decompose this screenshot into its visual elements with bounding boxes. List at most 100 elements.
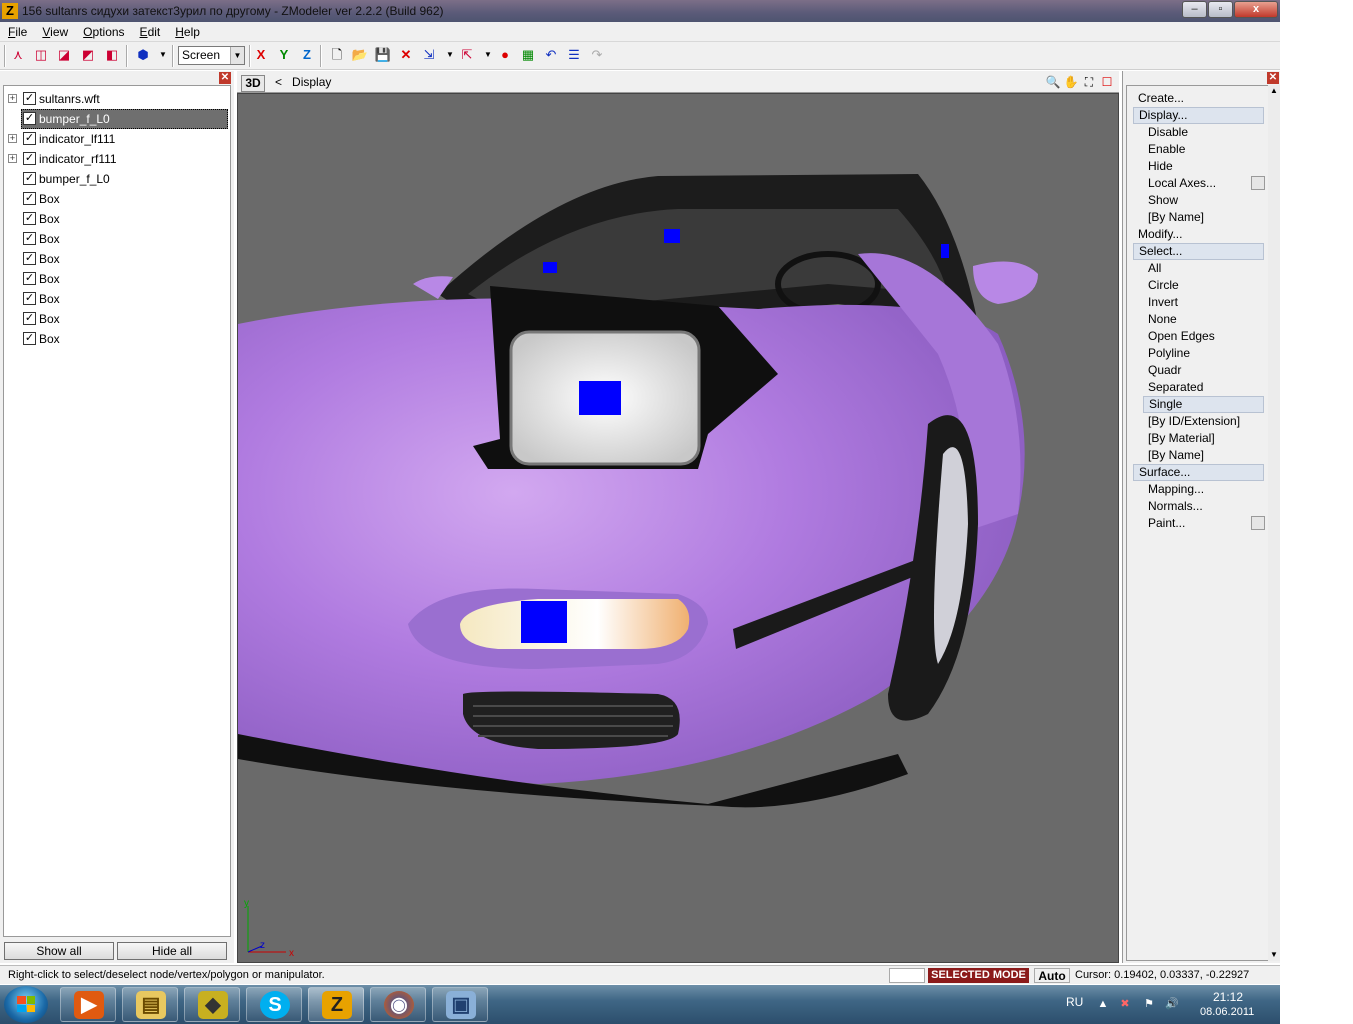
cmd-surface-paint[interactable]: Paint... (1143, 515, 1264, 532)
clock-time[interactable]: 21:12 (1213, 990, 1243, 1004)
tree-item[interactable]: ✓ Box (4, 309, 230, 329)
chevron-down-icon[interactable]: ▼ (230, 47, 244, 64)
zmodeler-app-icon[interactable]: Z (2, 3, 18, 19)
scroll-down-icon[interactable]: ▼ (1268, 949, 1280, 961)
cmd-display[interactable]: Display... (1133, 107, 1264, 124)
zoom-icon[interactable]: 🔍 (1045, 74, 1061, 90)
3d-viewport[interactable]: y z x (237, 93, 1119, 963)
cmd-select-polyline[interactable]: Polyline (1143, 345, 1264, 362)
visibility-checkbox[interactable]: ✓ (23, 132, 36, 145)
visibility-checkbox[interactable]: ✓ (23, 92, 36, 105)
paint-checkbox[interactable] (1251, 516, 1265, 530)
selected-mode-badge[interactable]: SELECTED MODE (928, 968, 1029, 983)
visibility-checkbox[interactable]: ✓ (23, 192, 36, 205)
tree-item[interactable]: ✓ Box (4, 329, 230, 349)
cmd-select-by-material[interactable]: [By Material] (1143, 430, 1264, 447)
tree-item[interactable]: ✓ Box (4, 249, 230, 269)
menu-edit[interactable]: Edit (132, 25, 168, 39)
render-icon[interactable]: ● (496, 46, 514, 64)
open-folder-icon[interactable]: 📂 (351, 46, 369, 64)
visibility-checkbox[interactable]: ✓ (23, 332, 36, 345)
show-all-button[interactable]: Show all (4, 942, 114, 960)
cmd-select-circle[interactable]: Circle (1143, 277, 1264, 294)
cmd-display-show[interactable]: Show (1143, 192, 1264, 209)
tree-item[interactable]: + ✓ indicator_rf111 (4, 149, 230, 169)
tree-item[interactable]: ✓ Box (4, 209, 230, 229)
axis-y-toggle[interactable]: Y (275, 46, 293, 64)
menu-file[interactable]: File (0, 25, 34, 39)
volume-icon[interactable]: 🔊 (1165, 997, 1179, 1011)
network-status-icon[interactable]: ✖ (1118, 997, 1132, 1011)
dropdown-arrow-icon[interactable]: ▼ (479, 46, 497, 64)
taskbar-game-tool[interactable]: ◆ (184, 987, 240, 1022)
cmd-select-invert[interactable]: Invert (1143, 294, 1264, 311)
properties-icon[interactable]: ▦ (519, 46, 537, 64)
tree-item[interactable]: ✓ Box (4, 289, 230, 309)
cmd-surface-normals[interactable]: Normals... (1143, 498, 1264, 515)
dropdown-arrow-icon[interactable]: ▼ (441, 46, 459, 64)
expand-icon[interactable]: + (8, 134, 17, 143)
cmd-select-open-edges[interactable]: Open Edges (1143, 328, 1264, 345)
visibility-checkbox[interactable]: ✓ (23, 312, 36, 325)
cmd-display-hide[interactable]: Hide (1143, 158, 1264, 175)
manipulator-mode-icon[interactable]: ◧ (103, 46, 121, 64)
cmd-surface[interactable]: Surface... (1133, 464, 1264, 481)
command-scrollbar[interactable]: ▲ ▼ (1268, 85, 1280, 961)
hide-all-button[interactable]: Hide all (117, 942, 227, 960)
taskbar-firefox[interactable]: ◉ (370, 987, 426, 1022)
expand-icon[interactable]: + (8, 94, 17, 103)
vertex-mode-icon[interactable]: ⋏ (9, 46, 27, 64)
taskbar-zmodeler[interactable]: Z (308, 987, 364, 1022)
visibility-checkbox[interactable]: ✓ (23, 292, 36, 305)
tree-item[interactable]: ✓ bumper_f_L0 (4, 169, 230, 189)
export-icon[interactable]: ⇱ (458, 46, 476, 64)
import-icon[interactable]: ⇲ (420, 46, 438, 64)
clock-date[interactable]: 08.06.2011 (1200, 1006, 1254, 1018)
maximize-button[interactable]: ▫ (1208, 1, 1233, 18)
visibility-checkbox[interactable]: ✓ (23, 272, 36, 285)
list-icon[interactable]: ☰ (565, 46, 583, 64)
tree-item[interactable]: ✓ Box (4, 189, 230, 209)
coord-mode-select[interactable]: Screen ▼ (178, 46, 245, 65)
visibility-checkbox[interactable]: ✓ (23, 172, 36, 185)
cmd-select-by-name[interactable]: [By Name] (1143, 447, 1264, 464)
tree-item-selected[interactable]: ✓ bumper_f_L0 (4, 109, 230, 129)
polygon-mode-icon[interactable]: ◪ (55, 46, 73, 64)
cmd-select[interactable]: Select... (1133, 243, 1264, 260)
cmd-select-by-id[interactable]: [By ID/Extension] (1143, 413, 1264, 430)
object-mode-icon[interactable]: ◩ (79, 46, 97, 64)
tree-item[interactable]: + ✓ sultanrs.wft (4, 89, 230, 109)
shield-icon[interactable]: ⬢ (134, 46, 152, 64)
auto-toggle[interactable]: Auto (1034, 968, 1070, 983)
taskbar-image-viewer[interactable]: ▣ (432, 987, 488, 1022)
undo-icon[interactable]: ↶ (542, 46, 560, 64)
cmd-display-enable[interactable]: Enable (1143, 141, 1264, 158)
local-axes-checkbox[interactable] (1251, 176, 1265, 190)
minimize-button[interactable]: – (1182, 1, 1207, 18)
tree-item[interactable]: ✓ Box (4, 269, 230, 289)
cmd-select-single[interactable]: Single (1143, 396, 1264, 413)
cmd-modify[interactable]: Modify... (1133, 226, 1264, 243)
taskbar-media-player[interactable]: ▶ (60, 987, 116, 1022)
scroll-up-icon[interactable]: ▲ (1268, 85, 1280, 97)
visibility-checkbox[interactable]: ✓ (23, 252, 36, 265)
close-button[interactable]: x (1234, 1, 1278, 18)
start-button[interactable] (4, 986, 48, 1023)
new-file-icon[interactable]: 🗋 (328, 46, 346, 64)
cmd-display-local-axes[interactable]: Local Axes... (1143, 175, 1264, 192)
close-icon[interactable]: ✕ (1267, 72, 1279, 84)
breadcrumb-back-icon[interactable]: < (275, 75, 282, 89)
breadcrumb[interactable]: < Display (275, 75, 331, 89)
taskbar-file-explorer[interactable]: ▤ (122, 987, 178, 1022)
language-indicator[interactable]: RU (1066, 995, 1083, 1009)
visibility-checkbox[interactable]: ✓ (23, 152, 36, 165)
show-hidden-icons-icon[interactable]: ▲ (1096, 997, 1110, 1011)
cmd-select-separated[interactable]: Separated (1143, 379, 1264, 396)
axis-z-toggle[interactable]: Z (298, 46, 316, 64)
edge-mode-icon[interactable]: ◫ (32, 46, 50, 64)
menu-view[interactable]: View (34, 25, 75, 39)
close-view-icon[interactable]: ☐ (1099, 74, 1115, 90)
cmd-select-all[interactable]: All (1143, 260, 1264, 277)
taskbar-skype[interactable]: S (246, 987, 302, 1022)
close-icon[interactable]: ✕ (219, 72, 231, 84)
